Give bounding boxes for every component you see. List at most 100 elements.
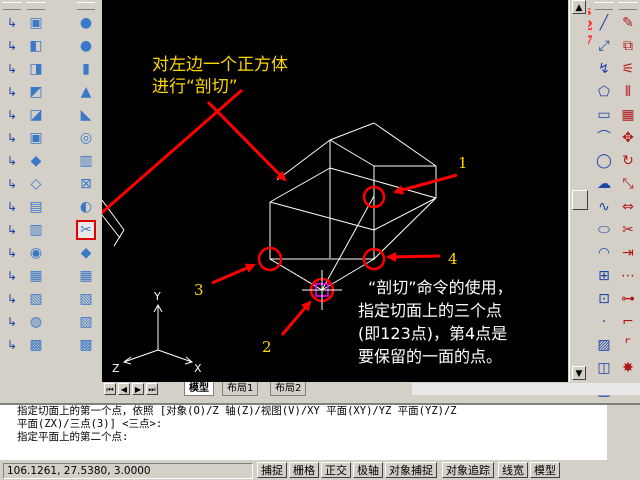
render-icon[interactable]: ◉ [26,243,46,263]
fillet-icon[interactable]: ⌜ [618,335,638,355]
ucs-icon[interactable]: ↳ [2,220,22,240]
revcloud-icon[interactable]: ☁ [594,174,614,194]
box-icon[interactable]: ◨ [26,59,46,79]
ucs-icon[interactable]: ↳ [2,312,22,332]
spline-icon[interactable]: ∿ [594,197,614,217]
extend-icon[interactable]: ⇥ [618,243,638,263]
box-icon[interactable]: ◆ [26,151,46,171]
ellipse-icon[interactable]: ⬭ [594,220,614,240]
ucs-icon[interactable]: ↳ [2,59,22,79]
command-window[interactable]: 指定切面上的第一个点，依照 [对象(O)/Z 轴(Z)/视图(V)/XY 平面(… [0,403,640,460]
toolbar-grip[interactable] [595,2,613,10]
stretch-icon[interactable]: ⇔ [618,197,638,217]
box-icon[interactable]: ◧ [26,36,46,56]
ucs-icon[interactable]: ↳ [2,266,22,286]
cone-icon[interactable]: ▲ [76,82,96,102]
scroll-up-icon[interactable]: ▲ [572,0,586,14]
line-icon[interactable]: ╱ [594,13,614,33]
sphere-icon[interactable]: ● [76,36,96,56]
command-prompt-line[interactable]: 指定平面上的第二个点: [0,431,640,444]
erase-icon[interactable]: ✎ [618,13,638,33]
box-icon[interactable]: ▩ [26,335,46,355]
extrude-icon[interactable]: ▥ [76,151,96,171]
box-icon[interactable]: ▦ [26,266,46,286]
slice-icon[interactable]: ✂ [76,220,96,240]
tab-prev-icon[interactable]: ◀ [118,383,130,395]
ucs-icon[interactable]: ↳ [2,197,22,217]
toolbar-grip[interactable] [77,2,95,10]
box-icon[interactable]: ▤ [26,197,46,217]
make-block-icon[interactable]: ⊡ [594,289,614,309]
box-icon[interactable]: ◩ [26,82,46,102]
offset-icon[interactable]: ⫴ [618,82,638,102]
ucs-icon[interactable]: ↳ [2,13,22,33]
tab-layout1[interactable]: 布局1 [222,382,259,396]
command-scrollbar[interactable] [607,405,640,460]
ucs-icon[interactable]: ↳ [2,36,22,56]
copy-icon[interactable]: ⧉ [618,36,638,56]
drawing-canvas[interactable]: shaonx-2008-2-7 对左边一个正方体 进行“剖切” “剖切”命令的使… [102,0,640,382]
box-icon[interactable]: ▣ [26,128,46,148]
ucs-icon[interactable]: ↳ [2,151,22,171]
ortho-toggle[interactable]: 正交 [321,462,351,478]
point-icon[interactable]: · [594,312,614,332]
ucs-icon[interactable]: ↳ [2,174,22,194]
box-icon[interactable]: ▦ [76,266,96,286]
model-toggle[interactable]: 模型 [530,462,560,478]
union-icon[interactable]: ◐ [76,197,96,217]
tab-first-icon[interactable]: ⏮ [104,383,116,395]
osnap-toggle[interactable]: 对象捕捉 [385,462,437,478]
scale-icon[interactable]: ⤡ [618,174,638,194]
polygon-icon[interactable]: ⬠ [594,82,614,102]
box-icon[interactable]: ▧ [26,289,46,309]
insert-block-icon[interactable]: ⊞ [594,266,614,286]
tab-last-icon[interactable]: ⏭ [146,383,158,395]
box-icon[interactable]: ▩ [76,335,96,355]
box-icon[interactable]: ▨ [76,312,96,332]
snap-toggle[interactable]: 捕捉 [257,462,287,478]
horizontal-scrollbar[interactable] [412,383,640,395]
lineweight-toggle[interactable]: 线宽 [498,462,528,478]
chamfer-icon[interactable]: ⌐ [618,312,638,332]
scroll-thumb[interactable] [572,190,588,210]
box-icon[interactable]: ◪ [26,105,46,125]
rectangle-icon[interactable]: ▭ [594,105,614,125]
box-icon[interactable]: ◇ [26,174,46,194]
ucs-icon[interactable]: ↳ [2,243,22,263]
join-icon[interactable]: ⊶ [618,289,638,309]
polar-toggle[interactable]: 极轴 [353,462,383,478]
vertical-scrollbar[interactable]: ▲ ▼ [569,0,588,382]
sphere-icon[interactable]: ● [76,13,96,33]
break-icon[interactable]: ⋯ [618,266,638,286]
move-icon[interactable]: ✥ [618,128,638,148]
scroll-down-icon[interactable]: ▼ [572,366,586,380]
circle-icon[interactable]: ◯ [594,151,614,171]
section-icon[interactable]: ◆ [76,243,96,263]
region-icon[interactable]: ◫ [594,358,614,378]
cylinder-icon[interactable]: ▮ [76,59,96,79]
grid-toggle[interactable]: 栅格 [289,462,319,478]
mirror-icon[interactable]: ⚟ [618,59,638,79]
torus-icon[interactable]: ◎ [76,128,96,148]
otrack-toggle[interactable]: 对象追踪 [442,462,494,478]
wedge-icon[interactable]: ◣ [76,105,96,125]
ucs-icon[interactable]: ↳ [2,289,22,309]
toolbar-grip[interactable] [619,2,637,10]
ucs-icon[interactable]: ↳ [2,128,22,148]
box-icon[interactable]: ▧ [76,289,96,309]
arc-icon[interactable]: ⌒ [594,128,614,148]
ellipse-arc-icon[interactable]: ◠ [594,243,614,263]
ucs-icon[interactable]: ↳ [2,105,22,125]
array-icon[interactable]: ▦ [618,105,638,125]
trim-icon[interactable]: ✂ [618,220,638,240]
ucs-icon[interactable]: ↳ [2,335,22,355]
toolbar-grip[interactable] [3,2,21,10]
box-icon[interactable]: ◍ [26,312,46,332]
toolbar-grip[interactable] [27,2,45,10]
tab-model[interactable]: 模型 [184,382,214,396]
explode-icon[interactable]: ✸ [618,358,638,378]
ucs-icon[interactable]: ↳ [2,82,22,102]
tab-layout2[interactable]: 布局2 [270,382,307,396]
subtract-icon[interactable]: ⊠ [76,174,96,194]
tab-next-icon[interactable]: ▶ [132,383,144,395]
